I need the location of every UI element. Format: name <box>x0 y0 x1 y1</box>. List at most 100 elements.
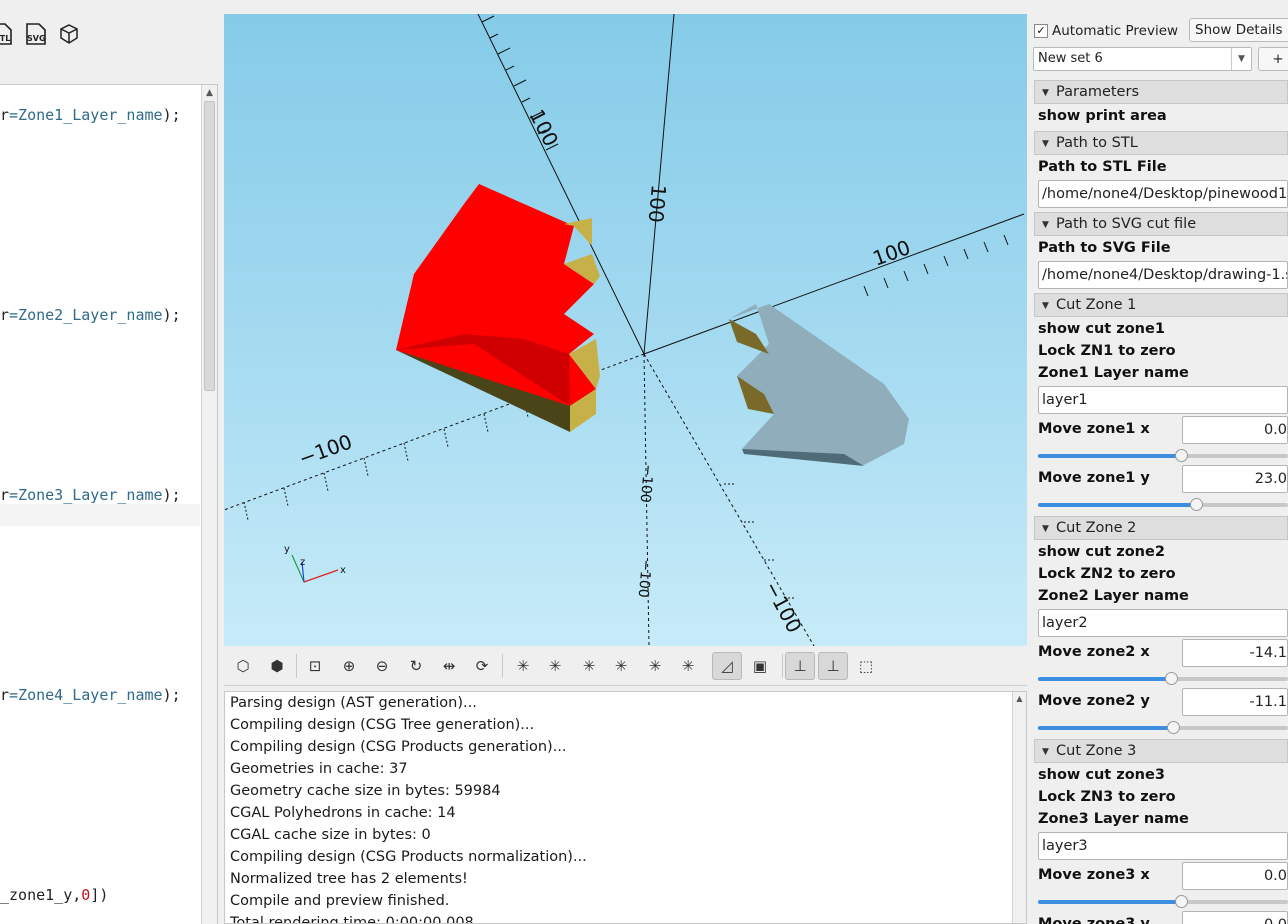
section-path-to-stl[interactable]: ▼ Path to STL <box>1034 131 1288 155</box>
scene-svg: 100 100 100 −100 −100 −100 −100 x y z <box>224 14 1025 646</box>
move-zone2-y-slider[interactable] <box>1038 721 1288 735</box>
automatic-preview-label: Automatic Preview <box>1052 23 1179 39</box>
param-lock-zn2[interactable]: Lock ZN2 to zero <box>1038 566 1176 582</box>
automatic-preview-checkbox[interactable]: ✓ <box>1034 24 1048 38</box>
slider-handle[interactable] <box>1189 498 1203 511</box>
move-zone2-x-slider[interactable] <box>1038 672 1288 686</box>
stl-file-label: Path to STL File <box>1038 159 1167 175</box>
move-zone1-y-slider[interactable] <box>1038 498 1288 512</box>
param-show-cut-zone2[interactable]: show cut zone2 <box>1038 544 1165 560</box>
axis-label: −100 <box>760 577 807 637</box>
export-svg-button[interactable]: SVG <box>24 22 48 46</box>
console-panel[interactable]: Parsing design (AST generation)... Compi… <box>224 691 1027 924</box>
gizmo-y-label: y <box>284 544 290 555</box>
move-zone3-x-label: Move zone3 x <box>1038 867 1150 883</box>
move-zone3-x-input[interactable]: 0.0 <box>1182 862 1288 890</box>
view-front-button[interactable]: ✳ <box>606 652 636 680</box>
collapse-triangle-icon: ▼ <box>1042 139 1049 149</box>
export-3d-button[interactable] <box>57 22 81 46</box>
param-lock-zn1[interactable]: Lock ZN1 to zero <box>1038 343 1176 359</box>
stl-file-input[interactable]: /home/none4/Desktop/pinewood1. <box>1038 180 1288 208</box>
perspective-button[interactable]: ◿ <box>712 652 742 680</box>
slider-handle[interactable] <box>1174 895 1188 908</box>
preview-icon: ⬡ <box>236 657 250 675</box>
param-show-cut-zone1[interactable]: show cut zone1 <box>1038 321 1165 337</box>
mirror-button[interactable]: ⇹ <box>434 652 464 680</box>
zone1-layer-label: Zone1 Layer name <box>1038 365 1189 381</box>
collapse-triangle-icon: ▼ <box>1042 747 1049 757</box>
section-parameters[interactable]: ▼ Parameters <box>1034 80 1288 104</box>
slider-handle[interactable] <box>1167 721 1180 734</box>
show-axes-icon: ⊥ <box>793 657 807 675</box>
rotate-button[interactable]: ⟳ <box>467 652 497 680</box>
move-zone1-x-input[interactable]: 0.0 <box>1182 416 1288 444</box>
move-zone2-x-input[interactable]: -14.1 <box>1182 639 1288 667</box>
section-cut-zone-3[interactable]: ▼ Cut Zone 3 <box>1034 739 1288 763</box>
section-cut-zone-1[interactable]: ▼ Cut Zone 1 <box>1034 293 1288 317</box>
scroll-up-icon[interactable]: ▲ <box>1013 692 1026 706</box>
console-scrollbar[interactable]: ▲ <box>1012 692 1026 923</box>
orthogonal-button[interactable]: ▣ <box>745 652 775 680</box>
code-line: _zone1_y,0]) <box>0 886 109 904</box>
render-button[interactable]: ⬢ <box>262 652 292 680</box>
export-stl-button[interactable]: STL <box>0 22 14 46</box>
view-all-icon: ⊡ <box>308 657 322 675</box>
show-scale-button[interactable]: ⊥ <box>818 652 848 680</box>
editor-scrollbar[interactable]: ▲ <box>201 85 217 924</box>
param-show-cut-zone3[interactable]: show cut zone3 <box>1038 767 1165 783</box>
param-lock-zn3[interactable]: Lock ZN3 to zero <box>1038 789 1176 805</box>
editor-scrollbar-thumb[interactable] <box>204 101 215 391</box>
section-path-to-svg[interactable]: ▼ Path to SVG cut file <box>1034 212 1288 236</box>
move-zone2-y-input[interactable]: -11.1 <box>1182 688 1288 716</box>
move-zone1-y-label: Move zone1 y <box>1038 470 1150 486</box>
console-line: CGAL cache size in bytes: 0 <box>230 827 431 843</box>
zone1-layer-input[interactable]: layer1 <box>1038 386 1288 414</box>
move-zone1-y-input[interactable]: 23.0 <box>1182 465 1288 493</box>
preset-combobox[interactable]: New set 6 ▼ <box>1033 47 1252 71</box>
console-line: Compiling design (CSG Products normaliza… <box>230 849 587 865</box>
scroll-up-icon[interactable]: ▲ <box>202 85 217 101</box>
svg-file-input[interactable]: /home/none4/Desktop/drawing-1.s <box>1038 261 1288 289</box>
collapse-triangle-icon: ▼ <box>1042 524 1049 534</box>
show-edges-button[interactable]: ⬚ <box>851 652 881 680</box>
steel-part-body <box>729 304 909 465</box>
render-icon: ⬢ <box>270 657 284 675</box>
orthogonal-icon: ▣ <box>752 657 768 675</box>
view-right-icon: ✳ <box>516 657 530 675</box>
code-editor[interactable]: r=Zone1_Layer_name); r=Zone2_Layer_name)… <box>0 84 218 924</box>
section-cut-zone-2[interactable]: ▼ Cut Zone 2 <box>1034 516 1288 540</box>
view-left-button[interactable]: ✳ <box>540 652 570 680</box>
move-zone3-x-slider[interactable] <box>1038 895 1288 909</box>
move-zone1-x-slider[interactable] <box>1038 449 1288 463</box>
collapse-triangle-icon: ▼ <box>1042 220 1049 230</box>
rotate-icon: ⟳ <box>475 657 489 675</box>
view-all-button[interactable]: ⊡ <box>300 652 330 680</box>
console-line: Geometries in cache: 37 <box>230 761 408 777</box>
zone3-layer-input[interactable]: layer3 <box>1038 832 1288 860</box>
slider-fill <box>1038 726 1173 730</box>
view-bottom-button[interactable]: ✳ <box>673 652 703 680</box>
reset-view-button[interactable]: ↻ <box>401 652 431 680</box>
slider-fill <box>1038 503 1196 507</box>
show-axes-button[interactable]: ⊥ <box>785 652 815 680</box>
move-zone3-y-input[interactable]: 0.0 <box>1182 911 1288 924</box>
svg-text:STL: STL <box>0 34 10 43</box>
chevron-down-icon[interactable]: ▼ <box>1231 48 1251 70</box>
view-back-button[interactable]: ✳ <box>574 652 604 680</box>
axis-line <box>643 213 1025 355</box>
axis-label: 100 <box>525 105 564 150</box>
zoom-in-button[interactable]: ⊕ <box>334 652 364 680</box>
add-preset-button[interactable]: + <box>1258 47 1288 71</box>
view-right-button[interactable]: ✳ <box>508 652 538 680</box>
cube-icon <box>60 24 78 44</box>
zoom-out-button[interactable]: ⊖ <box>367 652 397 680</box>
zone2-layer-input[interactable]: layer2 <box>1038 609 1288 637</box>
view-back-icon: ✳ <box>582 657 596 675</box>
view-top-button[interactable]: ✳ <box>640 652 670 680</box>
slider-handle[interactable] <box>1164 672 1178 685</box>
slider-handle[interactable] <box>1174 449 1188 462</box>
param-show-print-area[interactable]: show print area <box>1038 108 1167 124</box>
show-details-dropdown[interactable]: Show Details <box>1189 18 1288 42</box>
preview-button[interactable]: ⬡ <box>228 652 258 680</box>
3d-viewport[interactable]: 100 100 100 −100 −100 −100 −100 x y z <box>224 14 1027 646</box>
